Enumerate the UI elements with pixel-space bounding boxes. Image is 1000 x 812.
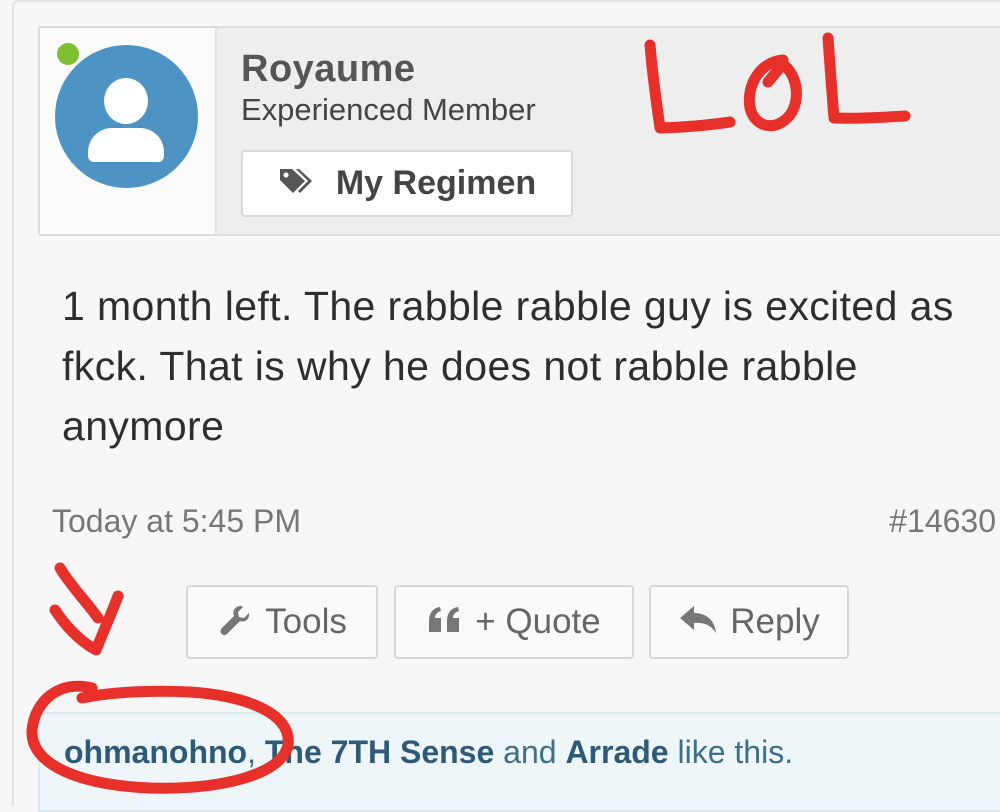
reply-label: Reply [730,602,820,641]
reply-button[interactable]: Reply [649,585,849,659]
quote-icon [427,605,463,640]
like-user-ohmanohno[interactable]: ohmanohno [64,734,247,770]
wrench-icon [217,602,253,643]
my-regimen-label: My Regimen [335,164,537,202]
reply-icon [678,604,718,641]
tags-icon [278,166,318,201]
avatar-head-shape [104,78,148,124]
like-user-arrade[interactable]: Arrade [565,734,668,770]
likes-and: and [494,734,566,770]
post-date[interactable]: Today at 5:45 PM [52,503,301,540]
quote-button[interactable]: + Quote [394,585,634,659]
post-message: 1 month left. The rabble rabble guy is e… [62,283,954,449]
likes-suffix: like this. [668,734,794,770]
username[interactable]: Royaume [241,48,416,91]
avatar[interactable] [55,45,198,188]
online-status-icon [55,41,81,67]
tools-button[interactable]: Tools [186,585,378,659]
post-number[interactable]: #14630 [889,503,996,540]
user-title: Experienced Member [241,92,536,127]
avatar-panel [40,28,217,234]
quote-label: + Quote [475,602,601,641]
tools-label: Tools [265,602,347,641]
avatar-body-shape [88,128,164,162]
like-user-7th-sense[interactable]: The 7TH Sense [265,734,494,770]
likes-summary: ohmanohno, The 7TH Sense and Arrade like… [64,734,793,771]
likes-separator: , [247,734,265,770]
my-regimen-button[interactable]: My Regimen [241,150,573,217]
user-info-header: Royaume Experienced Member My Regimen [38,26,1000,236]
